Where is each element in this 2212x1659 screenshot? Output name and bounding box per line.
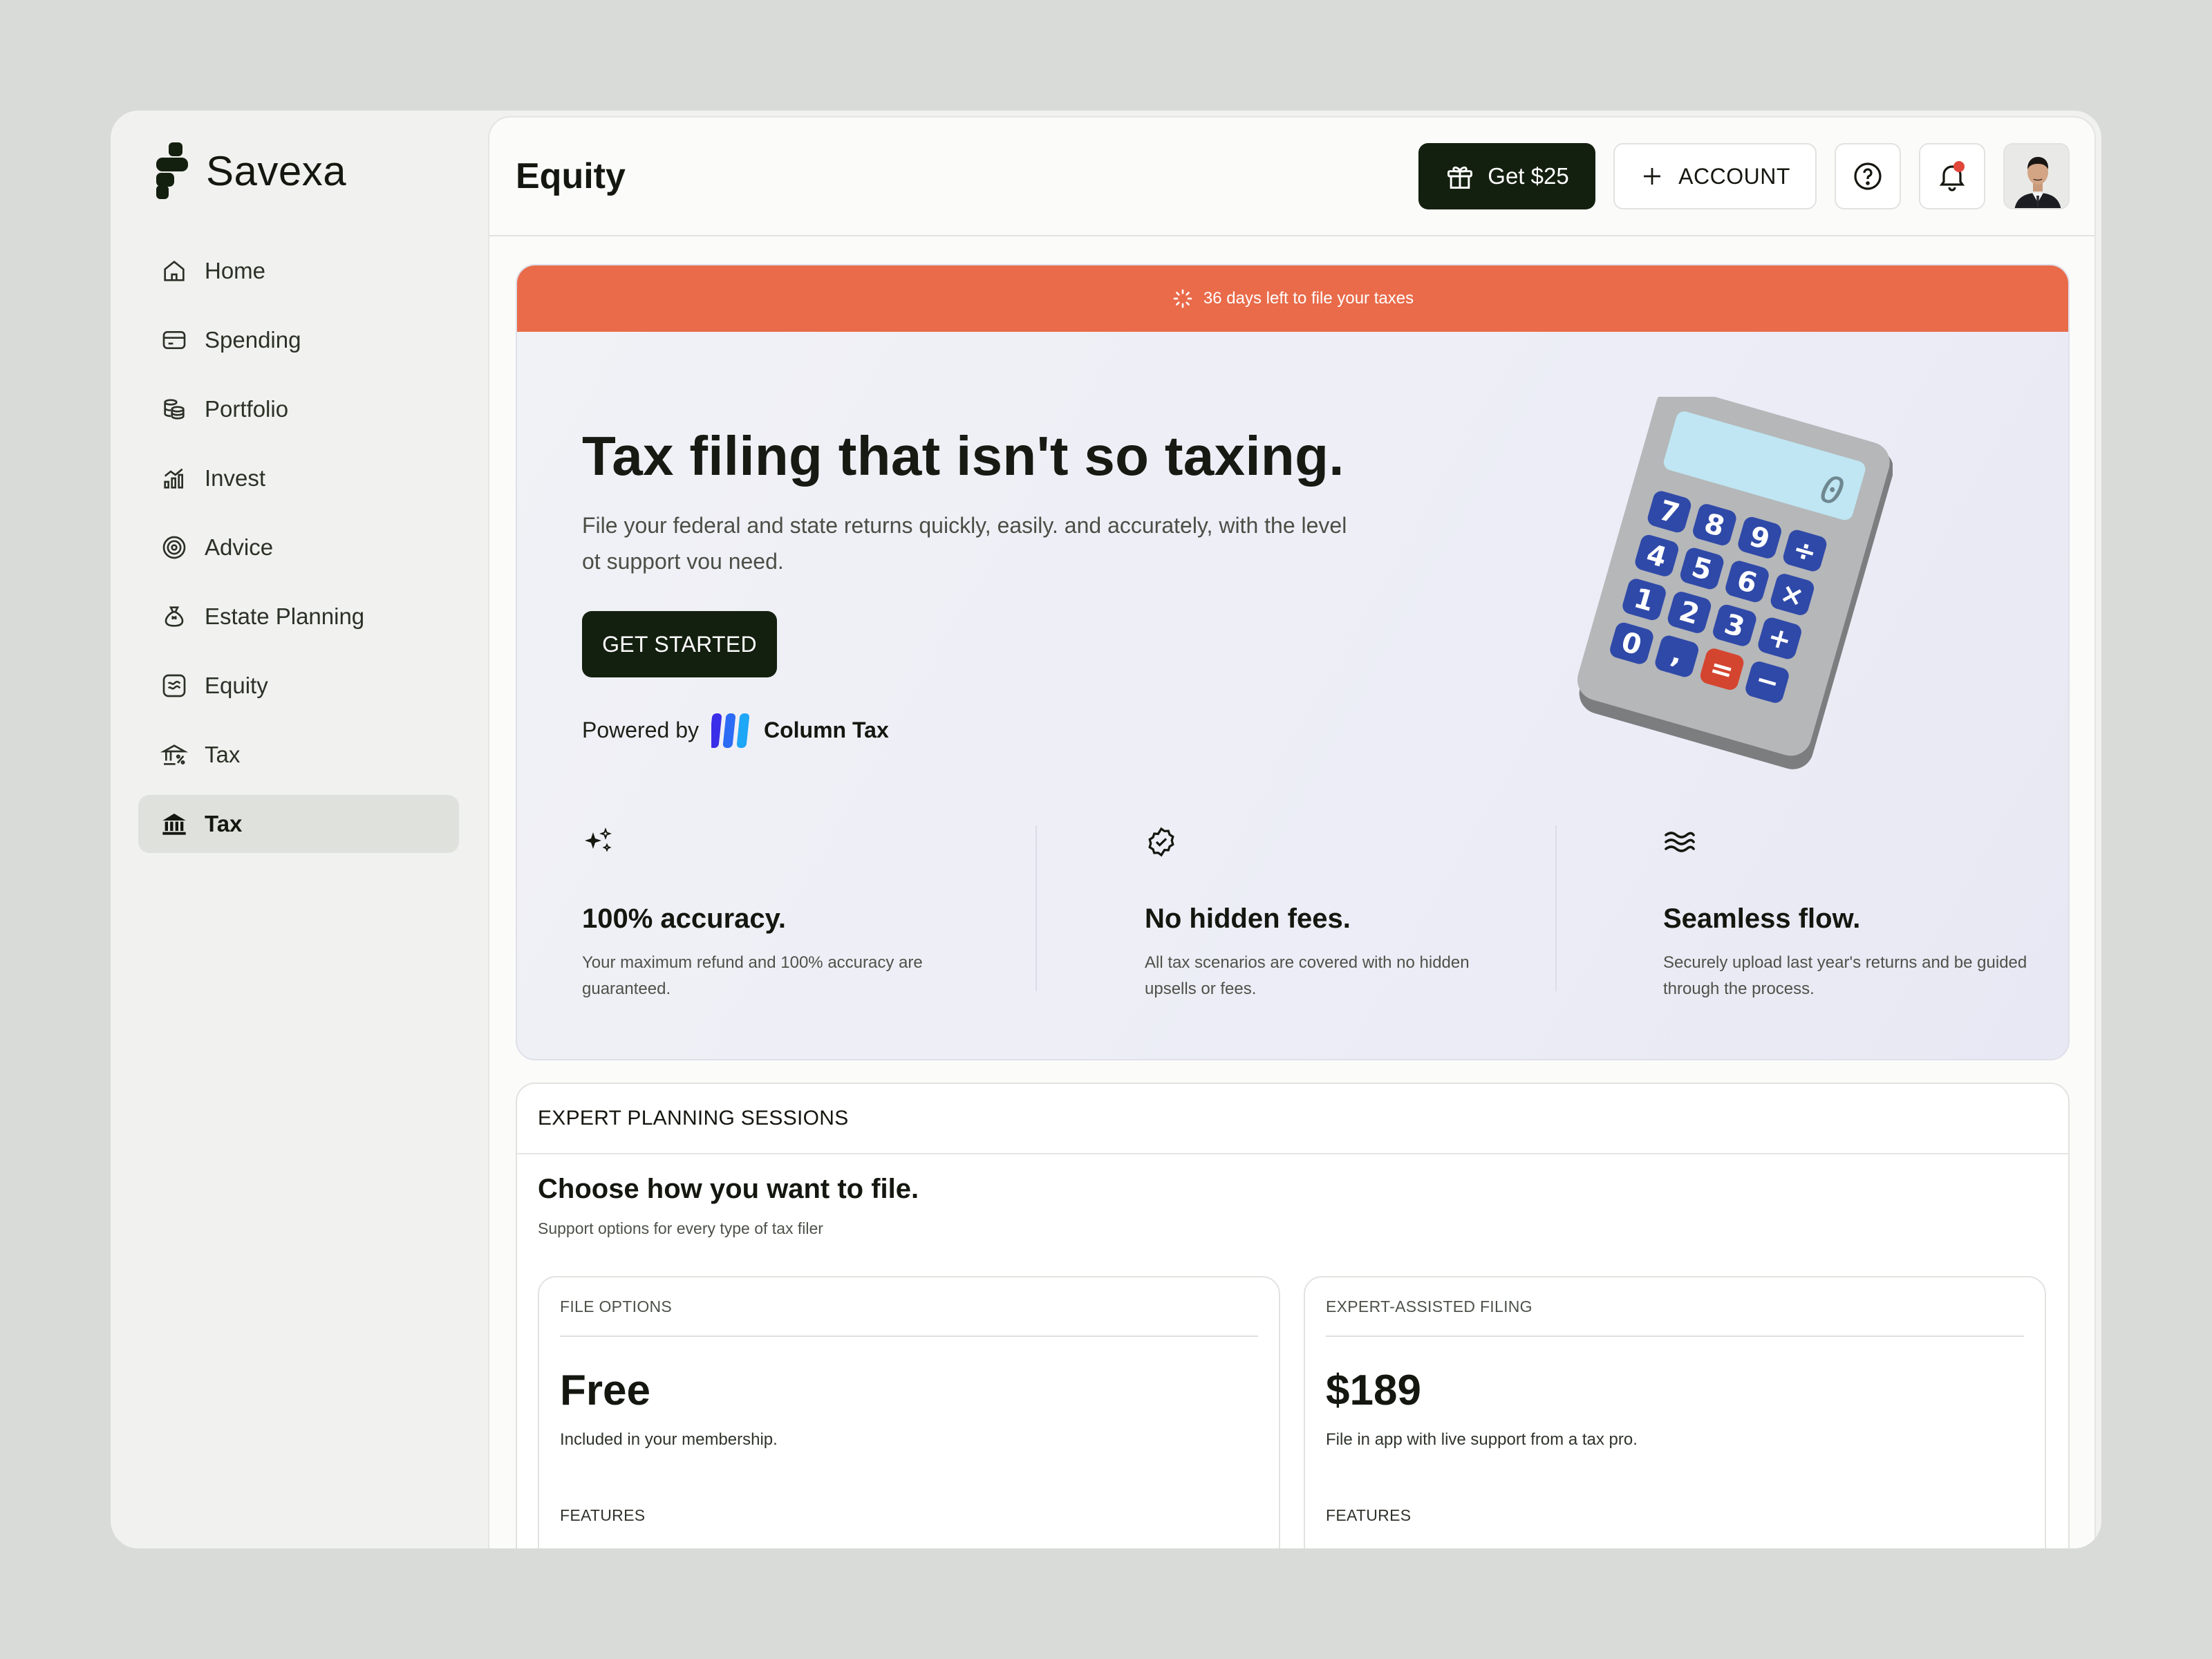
feature-desc: All tax scenarios are covered with no hi… [1145, 953, 1470, 998]
sidebar-item-label: Estate Planning [205, 603, 365, 629]
sidebar-item-label: Spending [205, 327, 301, 353]
gift-icon [1447, 166, 1473, 189]
expert-sessions-section: EXPERT PLANNING SESSIONS Choose how you … [516, 1082, 2070, 1548]
home-icon [159, 256, 189, 286]
sidebar: Savexa Home Spending Portfolio Invest Ad… [111, 111, 488, 1548]
sidebar-item-invest[interactable]: Invest [138, 449, 459, 507]
feature-desc: Your maximum refund and 100% accuracy ar… [582, 953, 923, 998]
plan-features-label: FEATURES [560, 1506, 646, 1524]
plan-card-expert[interactable]: EXPERT-ASSISTED FILING $189 File in app … [1304, 1276, 2046, 1548]
sidebar-item-equity[interactable]: Equity [138, 657, 459, 715]
plan-price: $189 [1326, 1367, 1421, 1414]
verified-badge-icon [1148, 827, 1174, 857]
plan-label: EXPERT-ASSISTED FILING [1326, 1277, 2024, 1337]
add-account-button[interactable]: ACCOUNT [1613, 143, 1817, 209]
feature-desc: Securely upload last year's returns and … [1663, 953, 2027, 998]
plan-features-label: FEATURES [1326, 1506, 1412, 1524]
feature-title: No hidden fees. [1145, 903, 1351, 934]
plan-desc: Included in your membership. [560, 1430, 778, 1449]
sidebar-item-label: Tax [205, 811, 243, 836]
top-actions: Get $25 ACCOUNT [1418, 143, 2070, 209]
sidebar-nav: Home Spending Portfolio Invest Advice Es… [138, 242, 459, 864]
loader-icon [1173, 289, 1192, 308]
sidebar-item-label: Home [205, 258, 266, 283]
bank-icon [159, 809, 189, 839]
equity-icon [159, 671, 189, 701]
hero-subtitle: File your federal and state returns quic… [582, 513, 1347, 574]
notifications-button[interactable] [1919, 143, 1985, 209]
help-button[interactable] [1835, 143, 1901, 209]
sidebar-item-portfolio[interactable]: Portfolio [138, 380, 459, 438]
tax-hero-card: 36 days left to file your taxes Tax fili… [516, 264, 2070, 1060]
hero-title: Tax filing that isn't so taxing. [582, 425, 1344, 487]
feature-accuracy: 100% accuracy. Your maximum refund and 1… [582, 825, 1011, 1002]
get-started-button[interactable]: GET STARTED [582, 611, 777, 677]
section-header: EXPERT PLANNING SESSIONS [517, 1084, 2068, 1154]
feature-no-fees: No hidden fees. All tax scenarios are co… [1145, 825, 1573, 1002]
help-icon [1854, 162, 1882, 190]
user-avatar-icon [2005, 144, 2068, 208]
app-window: Savexa Home Spending Portfolio Invest Ad… [111, 111, 2101, 1548]
sidebar-item-tax-active[interactable]: Tax [138, 795, 459, 853]
chart-icon [159, 463, 189, 494]
sidebar-item-label: Invest [205, 465, 266, 491]
sidebar-item-estate-planning[interactable]: Estate Planning [138, 588, 459, 646]
plan-label: FILE OPTIONS [560, 1277, 1258, 1337]
plan-desc: File in app with live support from a tax… [1326, 1430, 1638, 1449]
money-bag-icon [159, 601, 189, 632]
section-subtitle: Support options for every type of tax fi… [538, 1219, 823, 1237]
sparkle-icon [585, 827, 612, 852]
sidebar-item-tax[interactable]: Tax [138, 726, 459, 784]
waves-icon [1665, 832, 1695, 852]
powered-by-brand: Column Tax [763, 717, 889, 742]
savexa-logo-icon [156, 142, 188, 199]
target-icon [159, 532, 189, 563]
sidebar-item-label: Portfolio [205, 396, 289, 422]
plan-price: Free [560, 1367, 650, 1414]
notification-dot [1953, 161, 1965, 172]
add-account-label: ACCOUNT [1678, 163, 1790, 189]
feature-seamless: Seamless flow. Securely upload last year… [1663, 825, 2068, 1002]
section-title: Choose how you want to file. [538, 1174, 919, 1204]
powered-by: Powered by Column Tax [582, 711, 889, 749]
sidebar-item-label: Equity [205, 673, 268, 698]
deadline-banner: 36 days left to file your taxes [517, 265, 2068, 332]
get-reward-button[interactable]: Get $25 [1418, 143, 1595, 209]
bank-percent-icon [159, 740, 189, 770]
powered-by-label: Powered by [582, 717, 699, 742]
feature-title: 100% accuracy. [582, 903, 787, 934]
coins-icon [159, 394, 189, 424]
avatar[interactable] [2003, 143, 2070, 209]
get-reward-label: Get $25 [1488, 163, 1569, 189]
divider [1555, 825, 1557, 991]
content-area: 36 days left to file your taxes Tax fili… [516, 264, 2070, 1548]
sidebar-item-label: Tax [205, 742, 241, 767]
top-bar: Equity Get $25 ACCOUNT [489, 118, 2094, 236]
column-tax-logo-icon [711, 713, 749, 748]
sidebar-item-spending[interactable]: Spending [138, 311, 459, 369]
sidebar-item-label: Advice [205, 534, 274, 560]
plus-icon [1644, 168, 1661, 185]
sidebar-item-advice[interactable]: Advice [138, 518, 459, 577]
features-row: 100% accuracy. Your maximum refund and 1… [517, 825, 2068, 1005]
logo[interactable]: Savexa [153, 142, 346, 199]
calculator-illustration: 0 7 8 9 ÷ 4 5 6 × 1 2 3 + 0 , = − [1577, 397, 1893, 769]
sidebar-item-home[interactable]: Home [138, 242, 459, 300]
feature-title: Seamless flow. [1663, 903, 1861, 934]
divider [1035, 825, 1037, 991]
page-title: Equity [516, 156, 626, 196]
app-name: Savexa [206, 147, 347, 194]
deadline-text: 36 days left to file your taxes [1203, 289, 1414, 308]
main-panel: Equity Get $25 ACCOUNT 36 days left to f… [488, 116, 2096, 1548]
card-icon [159, 325, 189, 355]
plan-card-free[interactable]: FILE OPTIONS Free Included in your membe… [538, 1276, 1280, 1548]
